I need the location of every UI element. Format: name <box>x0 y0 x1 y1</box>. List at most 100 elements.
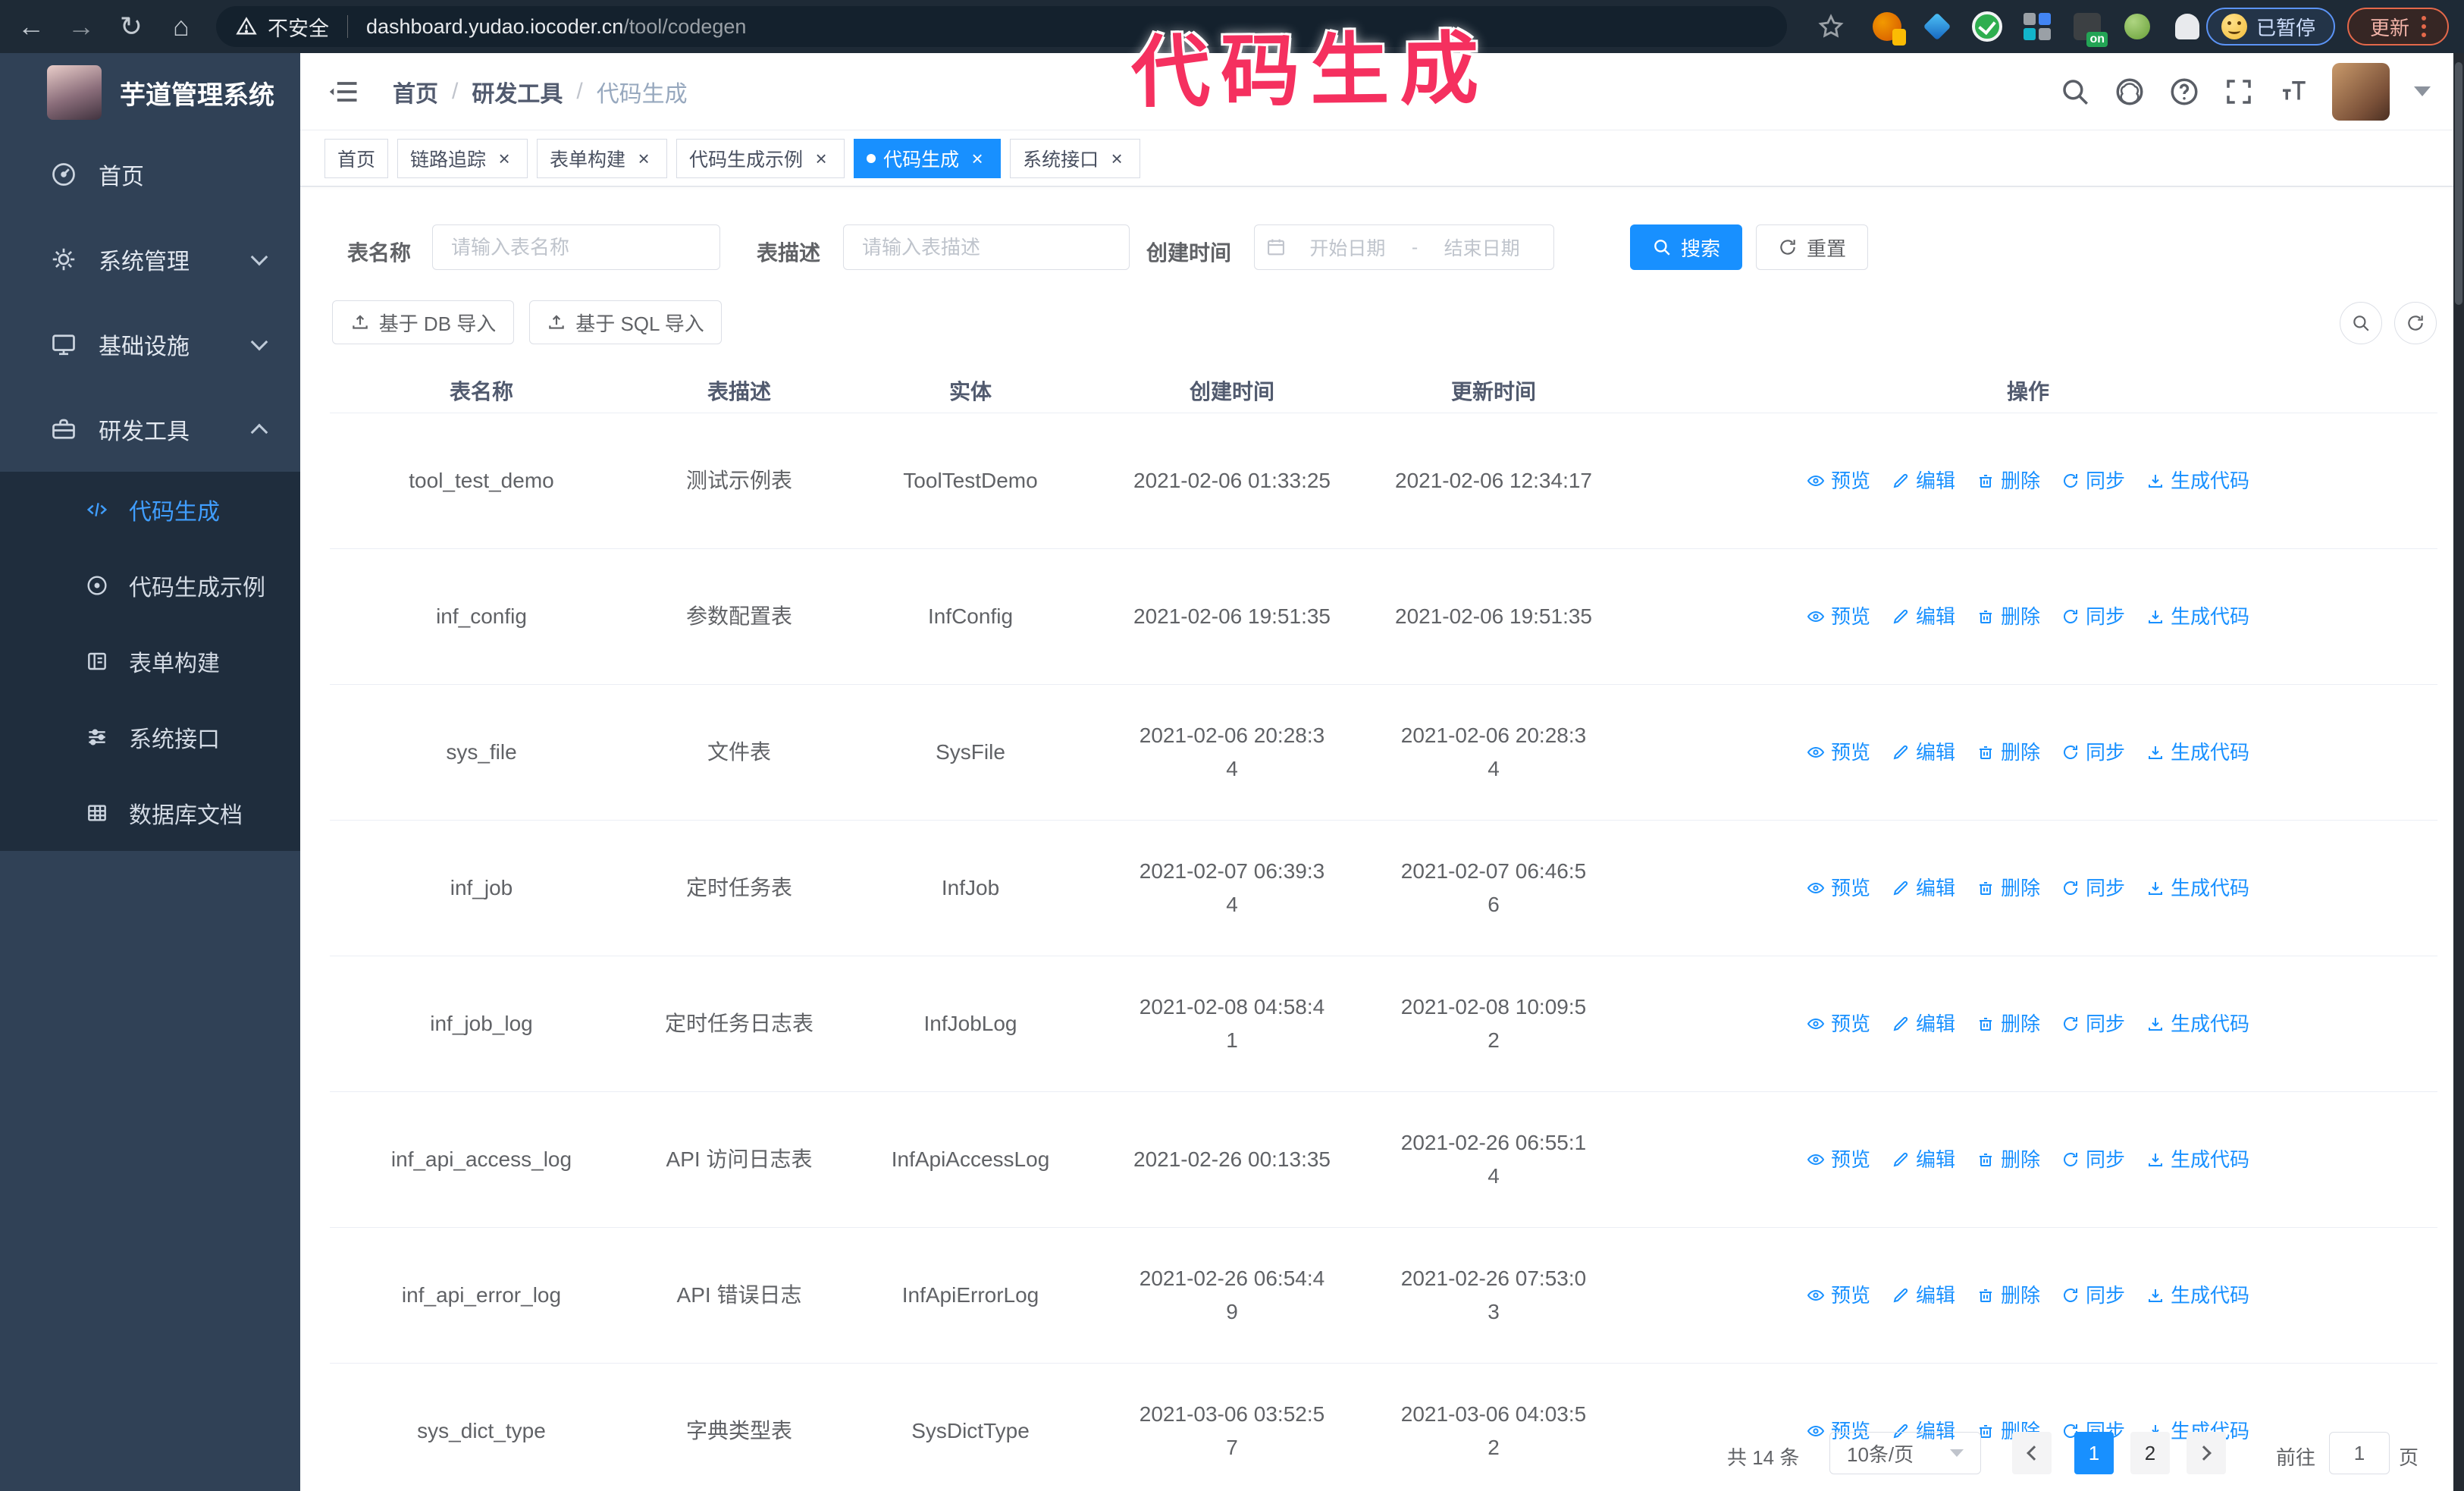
preview-link[interactable]: 预览 <box>1807 600 1870 633</box>
preview-link[interactable]: 预览 <box>1807 464 1870 498</box>
search-icon[interactable] <box>2059 76 2091 108</box>
sidebar-item-infra[interactable]: 基础设施 <box>0 302 300 387</box>
search-button[interactable]: 搜索 <box>1630 224 1742 270</box>
tag-close-icon[interactable]: × <box>1106 148 1127 169</box>
view-tag[interactable]: 表单构建 × <box>537 138 668 178</box>
import-sql-button[interactable]: 基于 SQL 导入 <box>529 300 722 344</box>
sidebar-item-home[interactable]: 首页 <box>0 132 300 217</box>
avatar-caret-down-icon[interactable] <box>2414 86 2431 96</box>
page-size-select[interactable]: 10条/页 <box>1829 1432 1981 1474</box>
browser-reload-icon[interactable]: ↻ <box>111 0 152 53</box>
sidebar-item-codegen[interactable]: 代码生成 <box>0 472 300 548</box>
page-button-1[interactable]: 1 <box>2074 1432 2114 1474</box>
window-scrollbar[interactable] <box>2453 53 2464 1491</box>
preview-link[interactable]: 预览 <box>1807 1007 1870 1041</box>
sidebar-item-devtools[interactable]: 研发工具 <box>0 387 300 472</box>
sync-link[interactable]: 同步 <box>2061 464 2125 498</box>
address-bar[interactable]: 不安全 dashboard.yudao.iocoder.cn/tool/code… <box>216 6 1787 47</box>
delete-link[interactable]: 删除 <box>1977 600 2040 633</box>
start-date-placeholder[interactable]: 开始日期 <box>1287 234 1409 261</box>
generate-code-link[interactable]: 生成代码 <box>2146 736 2249 769</box>
sidebar-item-db-doc[interactable]: 数据库文档 <box>0 775 300 851</box>
bookmark-star-icon[interactable] <box>1817 12 1845 41</box>
extension-colorzilla-icon[interactable] <box>1871 11 1906 46</box>
toggle-search-button[interactable] <box>2340 302 2382 344</box>
extension-check-icon[interactable] <box>1971 11 2003 42</box>
tag-close-icon[interactable]: × <box>633 148 654 169</box>
browser-home-icon[interactable]: ⌂ <box>161 0 202 53</box>
sync-link[interactable]: 同步 <box>2061 1279 2125 1312</box>
delete-link[interactable]: 删除 <box>1977 871 2040 905</box>
view-tag[interactable]: 代码生成 × <box>854 138 1002 178</box>
reset-button[interactable]: 重置 <box>1756 224 1868 270</box>
browser-menu-dots-icon[interactable] <box>2422 16 2426 37</box>
profile-paused-badge[interactable]: 已暂停 <box>2206 8 2335 46</box>
extension-ghost-icon[interactable] <box>2171 11 2203 42</box>
sidebar-item-system[interactable]: 系统管理 <box>0 217 300 302</box>
tag-close-icon[interactable]: × <box>967 148 988 169</box>
prev-page-button[interactable] <box>2012 1432 2052 1474</box>
sync-link[interactable]: 同步 <box>2061 600 2125 633</box>
preview-link[interactable]: 预览 <box>1807 1279 1870 1312</box>
page-url[interactable]: dashboard.yudao.iocoder.cn/tool/codegen <box>366 15 746 39</box>
delete-link[interactable]: 删除 <box>1977 1007 2040 1041</box>
breadcrumb-devtools[interactable]: 研发工具 <box>472 75 563 108</box>
user-avatar[interactable] <box>2332 62 2390 121</box>
hamburger-fold-icon[interactable] <box>328 75 361 108</box>
generate-code-link[interactable]: 生成代码 <box>2146 464 2249 498</box>
edit-link[interactable]: 编辑 <box>1892 464 1955 498</box>
view-tag[interactable]: 代码生成示例 × <box>676 138 845 178</box>
table-desc-input[interactable] <box>843 224 1130 270</box>
app-logo[interactable]: 芋道管理系统 <box>0 53 300 132</box>
browser-update-button[interactable]: 更新 <box>2347 8 2449 46</box>
sync-link[interactable]: 同步 <box>2061 1007 2125 1041</box>
sync-link[interactable]: 同步 <box>2061 736 2125 769</box>
delete-link[interactable]: 删除 <box>1977 736 2040 769</box>
view-tag[interactable]: 首页 × <box>324 138 389 178</box>
sidebar-item-form-builder[interactable]: 表单构建 <box>0 623 300 699</box>
font-size-icon[interactable] <box>2277 76 2309 108</box>
tag-close-icon[interactable]: × <box>810 148 832 169</box>
help-icon[interactable] <box>2168 76 2200 108</box>
preview-link[interactable]: 预览 <box>1807 871 1870 905</box>
edit-link[interactable]: 编辑 <box>1892 1007 1955 1041</box>
extension-green-icon[interactable] <box>2121 11 2153 42</box>
goto-page-input[interactable] <box>2329 1432 2390 1474</box>
sidebar-item-codegen-example[interactable]: 代码生成示例 <box>0 548 300 623</box>
preview-link[interactable]: 预览 <box>1807 1143 1870 1176</box>
end-date-placeholder[interactable]: 结束日期 <box>1421 234 1543 261</box>
edit-link[interactable]: 编辑 <box>1892 600 1955 633</box>
delete-link[interactable]: 删除 <box>1977 1279 2040 1312</box>
page-button-2[interactable]: 2 <box>2130 1432 2170 1474</box>
breadcrumb-home[interactable]: 首页 <box>393 75 438 108</box>
next-page-button[interactable] <box>2187 1432 2226 1474</box>
generate-code-link[interactable]: 生成代码 <box>2146 1279 2249 1312</box>
generate-code-link[interactable]: 生成代码 <box>2146 600 2249 633</box>
edit-link[interactable]: 编辑 <box>1892 871 1955 905</box>
delete-link[interactable]: 删除 <box>1977 1143 2040 1176</box>
view-tag[interactable]: 系统接口 × <box>1010 138 1141 178</box>
refresh-table-button[interactable] <box>2394 302 2437 344</box>
browser-back-icon[interactable]: ← <box>11 0 52 53</box>
sync-link[interactable]: 同步 <box>2061 1143 2125 1176</box>
github-icon[interactable] <box>2114 76 2146 108</box>
import-db-button[interactable]: 基于 DB 导入 <box>332 300 514 344</box>
generate-code-link[interactable]: 生成代码 <box>2146 1143 2249 1176</box>
fullscreen-icon[interactable] <box>2223 76 2255 108</box>
edit-link[interactable]: 编辑 <box>1892 1279 1955 1312</box>
sidebar-item-system-api[interactable]: 系统接口 <box>0 699 300 775</box>
generate-code-link[interactable]: 生成代码 <box>2146 871 2249 905</box>
delete-link[interactable]: 删除 <box>1977 464 2040 498</box>
generate-code-link[interactable]: 生成代码 <box>2146 1007 2249 1041</box>
browser-forward-icon[interactable]: → <box>61 0 102 53</box>
tag-close-icon[interactable]: × <box>494 148 515 169</box>
edit-link[interactable]: 编辑 <box>1892 736 1955 769</box>
sync-link[interactable]: 同步 <box>2061 871 2125 905</box>
scrollbar-thumb[interactable] <box>2455 62 2462 305</box>
extension-onpage-icon[interactable]: on <box>2071 11 2108 47</box>
extension-grid-icon[interactable] <box>2021 11 2053 42</box>
edit-link[interactable]: 编辑 <box>1892 1143 1955 1176</box>
preview-link[interactable]: 预览 <box>1807 736 1870 769</box>
extension-gem-icon[interactable] <box>1921 11 1953 42</box>
view-tag[interactable]: 链路追踪 × <box>397 138 528 178</box>
